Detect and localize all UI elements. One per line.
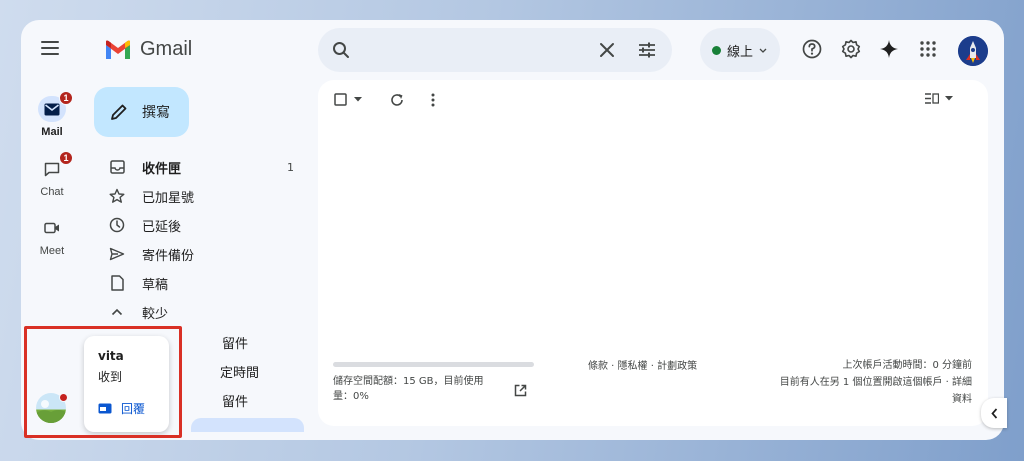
caret-down-icon bbox=[354, 97, 362, 102]
caret-down-icon bbox=[945, 96, 953, 101]
chat-badge: 1 bbox=[59, 151, 73, 165]
storage-usage-bar bbox=[333, 362, 534, 367]
rail-label-mail: Mail bbox=[41, 126, 63, 138]
account-activity: 上次帳戶活動時間：0 分鐘前 目前有人在另 1 個位置開啟這個帳戶 · 詳細 資… bbox=[732, 357, 972, 408]
settings-gear-icon[interactable] bbox=[841, 39, 861, 63]
clear-search-icon[interactable] bbox=[599, 42, 615, 62]
clock-icon bbox=[109, 217, 125, 233]
nav-label-drafts: 草稿 bbox=[142, 277, 169, 293]
nav-item-less[interactable]: 較少 bbox=[94, 298, 304, 326]
star-icon bbox=[109, 188, 125, 204]
mail-badge: 1 bbox=[59, 91, 73, 105]
rail-label-chat: Chat bbox=[40, 186, 64, 198]
nav-label-starred: 已加星號 bbox=[142, 190, 195, 206]
annotation-highlight-box bbox=[24, 326, 182, 438]
refresh-icon[interactable] bbox=[390, 93, 404, 107]
pencil-icon bbox=[111, 104, 127, 120]
draft-file-icon bbox=[109, 275, 125, 291]
storage-quota-text: 儲存空間配額：15 GB，目前使用量：0% bbox=[333, 376, 484, 402]
nav-item-sent[interactable]: 寄件備份 bbox=[94, 240, 304, 268]
account-avatar[interactable] bbox=[958, 36, 988, 66]
density-toggle[interactable] bbox=[925, 93, 953, 104]
last-activity-text: 上次帳戶活動時間：0 分鐘前 bbox=[842, 360, 972, 371]
search-bar[interactable] bbox=[318, 28, 672, 72]
message-list-panel: 儲存空間配額：15 GB，目前使用量：0% 條款 · 隱私權 · 計劃政策 上次… bbox=[318, 80, 988, 426]
nav-label-snoozed: 已延後 bbox=[142, 219, 182, 235]
rail-label-meet: Meet bbox=[39, 245, 65, 257]
checkbox-icon bbox=[334, 93, 347, 106]
apps-grid-icon[interactable] bbox=[920, 41, 936, 61]
nav-label-partial-2: 定時間 bbox=[220, 365, 260, 381]
nav-item-active-partial[interactable] bbox=[191, 418, 304, 432]
gmail-logo[interactable]: Gmail bbox=[104, 38, 192, 61]
online-status-icon bbox=[712, 45, 721, 55]
help-icon[interactable] bbox=[802, 39, 822, 63]
nav-item-starred[interactable]: 已加星號 bbox=[94, 182, 304, 210]
status-selector[interactable]: 線上 bbox=[700, 28, 780, 72]
nav-label-less: 較少 bbox=[142, 306, 169, 322]
chevron-up-icon bbox=[109, 304, 125, 320]
nav-item-snoozed[interactable]: 已延後 bbox=[94, 211, 304, 239]
rail-item-meet[interactable]: Meet bbox=[21, 215, 83, 257]
nav-label-partial-3: 留件 bbox=[222, 394, 249, 410]
chevron-down-icon bbox=[759, 48, 767, 53]
nav-item-drafts[interactable]: 草稿 bbox=[94, 269, 304, 297]
nav-item-inbox[interactable]: 收件匣 1 bbox=[94, 153, 304, 181]
compose-label: 撰寫 bbox=[142, 105, 170, 121]
gmail-m-icon bbox=[106, 39, 130, 59]
more-options-icon[interactable] bbox=[431, 93, 435, 107]
video-camera-icon bbox=[38, 215, 66, 241]
search-options-icon[interactable] bbox=[638, 41, 656, 63]
main-menu-icon[interactable] bbox=[41, 41, 59, 55]
nav-label-sent: 寄件備份 bbox=[142, 248, 195, 264]
mail-icon: 1 bbox=[38, 91, 73, 122]
split-pane-icon bbox=[925, 93, 939, 104]
inbox-count: 1 bbox=[287, 160, 294, 174]
search-icon[interactable] bbox=[332, 41, 350, 63]
other-sessions-text: 目前有人在另 1 個位置開啟這個帳戶 · 詳細 bbox=[779, 377, 972, 388]
details-link[interactable]: 資料 bbox=[732, 391, 972, 408]
app-name: Gmail bbox=[140, 38, 193, 60]
nav-label-partial-1: 留件 bbox=[222, 336, 249, 352]
side-panel-toggle[interactable] bbox=[981, 398, 1007, 428]
terms-privacy-links[interactable]: 條款 · 隱私權 · 計劃政策 bbox=[588, 357, 697, 372]
nav-label-inbox: 收件匣 bbox=[142, 161, 182, 177]
rail-item-mail[interactable]: 1 Mail bbox=[21, 91, 83, 138]
open-in-new-icon[interactable] bbox=[514, 382, 527, 401]
select-all-checkbox[interactable] bbox=[334, 93, 362, 106]
send-icon bbox=[109, 246, 125, 262]
status-label: 線上 bbox=[727, 44, 754, 60]
gemini-sparkle-icon[interactable] bbox=[879, 39, 899, 63]
chat-icon: 1 bbox=[38, 151, 73, 182]
inbox-icon bbox=[109, 159, 125, 175]
chevron-left-icon bbox=[990, 407, 997, 419]
rail-item-chat[interactable]: 1 Chat bbox=[21, 151, 83, 198]
compose-button[interactable]: 撰寫 bbox=[94, 87, 189, 137]
